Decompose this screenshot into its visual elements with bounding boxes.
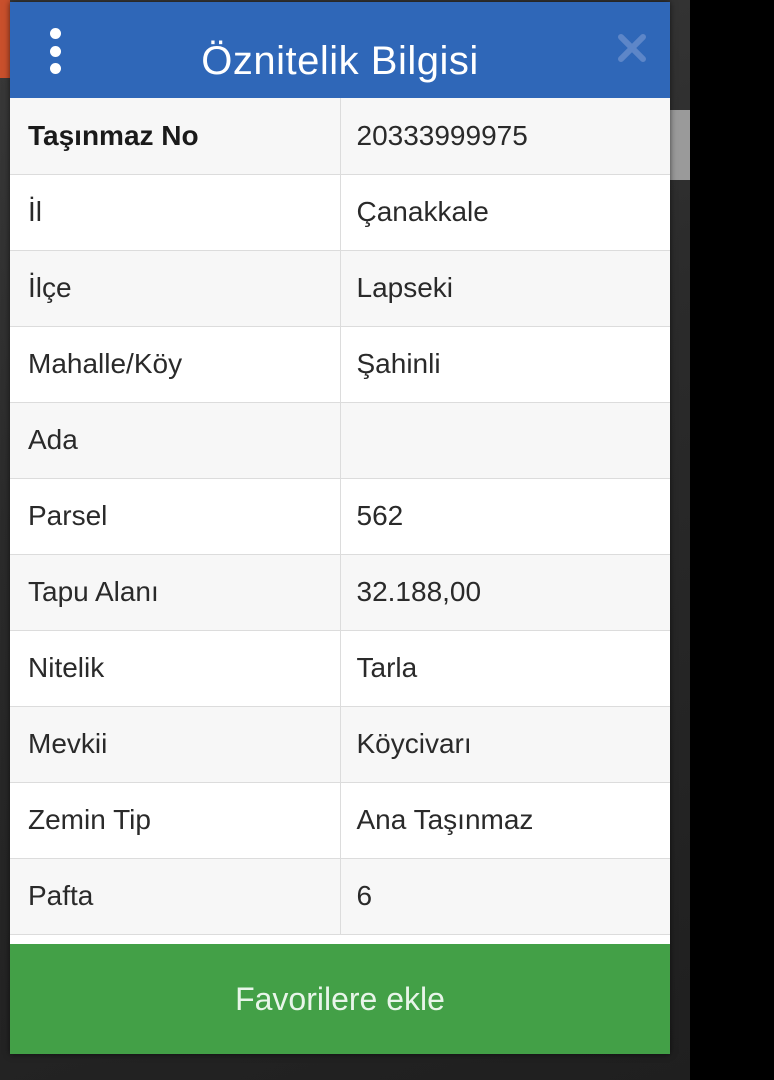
attribute-value <box>340 402 670 479</box>
attribute-table: Taşınmaz No 20333999975 İl Çanakkale İlç… <box>10 98 670 935</box>
attribute-value: Lapseki <box>340 250 670 327</box>
close-icon[interactable] <box>616 32 648 64</box>
attribute-value: 6 <box>340 858 670 935</box>
table-row: Mahalle/Köy Şahinli <box>10 326 670 403</box>
attribute-key: İl <box>10 174 341 251</box>
attribute-info-dialog: Öznitelik Bilgisi Taşınmaz No 2033399997… <box>10 2 670 1054</box>
kebab-menu-icon[interactable] <box>48 28 62 74</box>
dialog-title: Öznitelik Bilgisi <box>201 38 479 83</box>
attribute-key: Nitelik <box>10 630 341 707</box>
table-row: Ada <box>10 402 670 479</box>
attribute-key: İlçe <box>10 250 341 327</box>
table-row: Parsel 562 <box>10 478 670 555</box>
attribute-key: Pafta <box>10 858 341 935</box>
table-row: Taşınmaz No 20333999975 <box>10 98 670 175</box>
attribute-value: 562 <box>340 478 670 555</box>
table-row: İl Çanakkale <box>10 174 670 251</box>
table-row: Nitelik Tarla <box>10 630 670 707</box>
screen-edge <box>690 0 774 1080</box>
table-row: Mevkii Köycivarı <box>10 706 670 783</box>
attribute-value: Tarla <box>340 630 670 707</box>
dialog-header: Öznitelik Bilgisi <box>10 2 670 98</box>
map-strip <box>668 110 690 180</box>
attribute-key: Tapu Alanı <box>10 554 341 631</box>
table-row: Pafta 6 <box>10 858 670 935</box>
table-row: İlçe Lapseki <box>10 250 670 327</box>
attribute-value: Ana Taşınmaz <box>340 782 670 859</box>
attribute-value: 32.188,00 <box>340 554 670 631</box>
attribute-key: Parsel <box>10 478 341 555</box>
attribute-value: Köycivarı <box>340 706 670 783</box>
table-row: Zemin Tip Ana Taşınmaz <box>10 782 670 859</box>
attribute-value: 20333999975 <box>340 98 670 175</box>
attribute-value: Şahinli <box>340 326 670 403</box>
add-to-favorites-button[interactable]: Favorilere ekle <box>10 944 670 1054</box>
attribute-key: Zemin Tip <box>10 782 341 859</box>
attribute-key: Ada <box>10 402 341 479</box>
map-accent <box>0 0 10 78</box>
table-row: Tapu Alanı 32.188,00 <box>10 554 670 631</box>
attribute-key: Taşınmaz No <box>10 98 341 175</box>
attribute-key: Mahalle/Köy <box>10 326 341 403</box>
attribute-value: Çanakkale <box>340 174 670 251</box>
attribute-key: Mevkii <box>10 706 341 783</box>
